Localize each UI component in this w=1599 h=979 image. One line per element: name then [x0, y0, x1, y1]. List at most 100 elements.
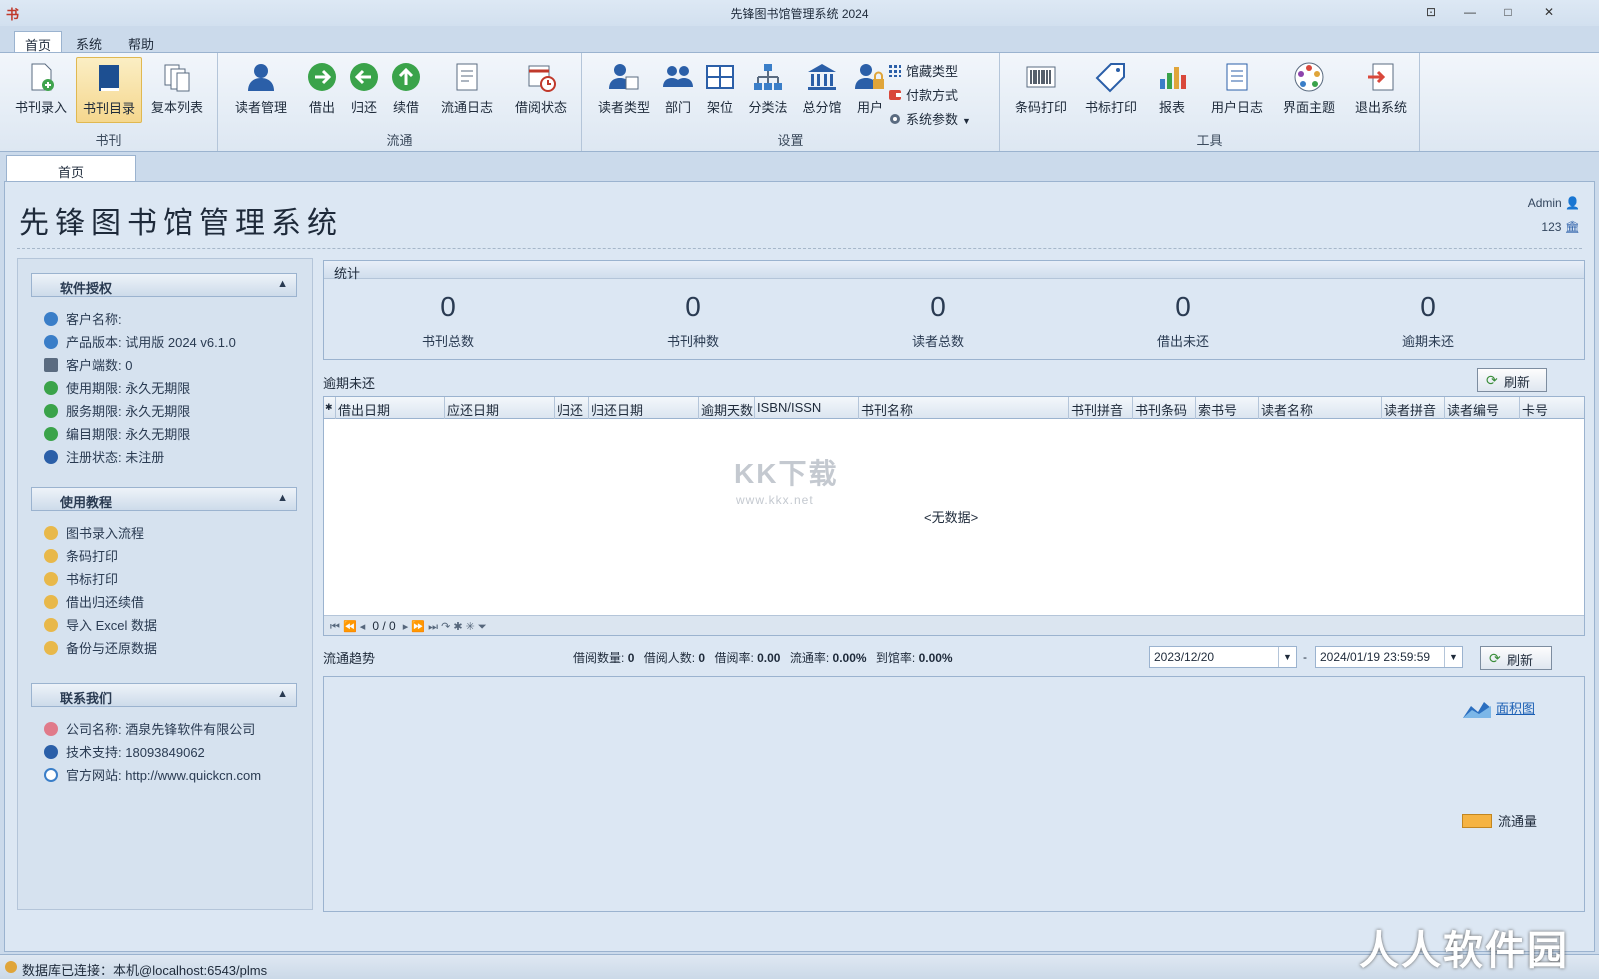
label-print-button[interactable]: 书标打印 — [1078, 57, 1144, 123]
prev-group-icon[interactable]: ⏪ — [343, 621, 357, 633]
next-group-icon[interactable]: ⏩ — [411, 621, 425, 633]
ribbon-tab-system[interactable]: 系统 — [66, 31, 112, 53]
report-button[interactable]: 报表 — [1150, 57, 1194, 123]
contact-section-header[interactable]: 联系我们 ▲ — [31, 683, 297, 707]
license-label: 产品版本: — [66, 335, 122, 350]
column-header[interactable]: 卡号 — [1520, 397, 1584, 419]
circulation-log-button[interactable]: 流通日志 — [432, 57, 502, 123]
ribbon-tab-home[interactable]: 首页 — [14, 31, 63, 53]
report-label: 报表 — [1158, 100, 1185, 115]
column-header[interactable]: 读者名称 — [1259, 397, 1382, 419]
edit-row-icon[interactable]: ✳ — [466, 621, 475, 633]
column-header[interactable]: 索书号 — [1196, 397, 1259, 419]
add-row-icon[interactable]: ✱ — [453, 621, 462, 633]
license-header-label: 软件授权 — [60, 281, 113, 296]
stat-value: 0 — [440, 291, 456, 322]
return-button[interactable]: 归还 — [344, 57, 384, 123]
tutorial-section-header[interactable]: 使用教程 ▲ — [31, 487, 297, 511]
department-button[interactable]: 部门 — [658, 57, 698, 123]
chevron-down-icon: ▼ — [962, 116, 971, 126]
wallet-icon — [889, 90, 901, 100]
overdue-refresh-button[interactable]: ⟳ 刷新 — [1477, 368, 1547, 392]
tutorial-item[interactable]: 书标打印 — [44, 569, 118, 589]
tutorial-item[interactable]: 图书录入流程 — [44, 523, 144, 543]
chevron-down-icon[interactable]: ▼ — [1444, 647, 1462, 667]
license-value: 未注册 — [125, 450, 165, 465]
clock-icon — [44, 404, 58, 418]
trend-refresh-button[interactable]: ⟳ 刷新 — [1480, 646, 1552, 670]
license-section-header[interactable]: 软件授权 ▲ — [31, 273, 297, 297]
exit-button[interactable]: 退出系统 — [1348, 57, 1414, 123]
last-page-icon[interactable]: ⏭ — [428, 621, 438, 633]
prev-page-icon[interactable]: ◂ — [360, 621, 366, 633]
license-value: 永久无期限 — [125, 381, 191, 396]
minimize-button[interactable]: — — [1455, 2, 1485, 22]
classification-button[interactable]: 分类法 — [742, 57, 794, 123]
theme-button[interactable]: 界面主题 — [1276, 57, 1342, 123]
collection-type-button[interactable]: 馆藏类型 — [888, 61, 958, 81]
close-button[interactable]: ✕ — [1534, 2, 1564, 22]
redo-icon[interactable]: ↷ — [441, 621, 450, 633]
tutorial-item[interactable]: 备份与还原数据 — [44, 638, 157, 658]
calendar-clock-icon — [528, 65, 556, 92]
column-header[interactable]: 读者编号 — [1445, 397, 1520, 419]
user-log-button[interactable]: 用户日志 — [1204, 57, 1270, 123]
column-header[interactable]: 借出日期 — [336, 397, 445, 419]
system-params-button[interactable]: 系统参数 ▼ — [888, 109, 971, 129]
tutorial-item[interactable]: 导入 Excel 数据 — [44, 615, 157, 635]
column-header[interactable]: 逾期天数 — [699, 397, 755, 419]
renew-button[interactable]: 续借 — [386, 57, 426, 123]
contact-label: 公司名称: — [66, 722, 122, 737]
filter-icon[interactable]: ⏷ — [478, 621, 487, 633]
license-item-customer: 客户名称: — [44, 309, 122, 329]
first-page-icon[interactable]: ⏮ — [330, 621, 340, 633]
chevron-down-icon[interactable]: ▼ — [1278, 647, 1296, 667]
barcode-print-button[interactable]: 条码打印 — [1008, 57, 1074, 123]
area-chart-toggle[interactable]: 面积图 — [1462, 697, 1535, 719]
copy-list-label: 复本列表 — [150, 100, 203, 115]
copy-list-button[interactable]: 复本列表 — [144, 57, 210, 123]
shelf-button[interactable]: 架位 — [700, 57, 740, 123]
column-header[interactable]: 归还日期 — [589, 397, 699, 419]
tutorial-item[interactable]: 条码打印 — [44, 546, 118, 566]
column-header[interactable]: ISBN/ISSN — [755, 397, 859, 419]
branch-label: 总分馆 — [802, 100, 842, 115]
column-header[interactable]: 应还日期 — [445, 397, 555, 419]
window-title: 先锋图书馆管理系统 2024 — [730, 7, 869, 21]
trend-stats: 借阅数量: 0 借阅人数: 0 借阅率: 0.00 流通率: 0.00% 到馆率… — [573, 649, 959, 666]
borrow-status-button[interactable]: 借阅状态 — [506, 57, 576, 123]
catalog-button[interactable]: 书刊目录 — [76, 57, 142, 123]
reader-manage-button[interactable]: 读者管理 — [224, 57, 298, 123]
user-button[interactable]: 用户 — [850, 57, 890, 123]
fullscreen-icon[interactable]: ⊡ — [1416, 2, 1446, 22]
column-header[interactable]: 书刊条码 — [1133, 397, 1196, 419]
date-to-input[interactable]: 2024/01/19 23:59:59 ▼ — [1315, 646, 1463, 668]
stat-label: 书刊总数 — [421, 334, 474, 349]
column-header[interactable]: 归还 — [555, 397, 589, 419]
tutorial-item[interactable]: 借出归还续借 — [44, 592, 144, 612]
tag-icon — [1095, 63, 1125, 93]
next-page-icon[interactable]: ▸ — [403, 621, 409, 633]
reader-type-button[interactable]: 读者类型 — [592, 57, 656, 123]
refresh-label: 刷新 — [1504, 375, 1531, 390]
license-item-service: 服务期限: 永久无期限 — [44, 401, 190, 421]
column-header[interactable]: 书刊拼音 — [1069, 397, 1133, 419]
branch-button[interactable]: 总分馆 — [796, 57, 848, 123]
trend-title: 流通趋势 — [323, 651, 376, 666]
trend-toolbar: 流通趋势 借阅数量: 0 借阅人数: 0 借阅率: 0.00 流通率: 0.00… — [323, 642, 1585, 672]
column-header[interactable]: 书刊名称 — [859, 397, 1069, 419]
ribbon-tab-help[interactable]: 帮助 — [118, 31, 164, 53]
payment-method-button[interactable]: 付款方式 — [888, 85, 958, 105]
add-book-button[interactable]: 书刊录入 — [8, 57, 74, 123]
borrow-status-label: 借阅状态 — [514, 100, 567, 115]
reader-icon — [248, 64, 274, 91]
license-item-clients: 客户端数: 0 — [44, 355, 132, 375]
group-settings: 读者类型 部门 架位 分类法 总分馆 用户 馆藏类型 付款方式 系统参数 ▼ 设… — [582, 53, 1000, 151]
doc-tab-home[interactable]: 首页 — [6, 155, 136, 181]
date-separator: - — [1303, 650, 1307, 664]
maximize-button[interactable]: □ — [1493, 2, 1523, 22]
column-header[interactable]: 读者拼音 — [1382, 397, 1445, 419]
date-from-input[interactable]: 2023/12/20 ▼ — [1149, 646, 1297, 668]
contact-item-website[interactable]: 官方网站: http://www.quickcn.com — [44, 765, 261, 785]
lend-button[interactable]: 借出 — [302, 57, 342, 123]
